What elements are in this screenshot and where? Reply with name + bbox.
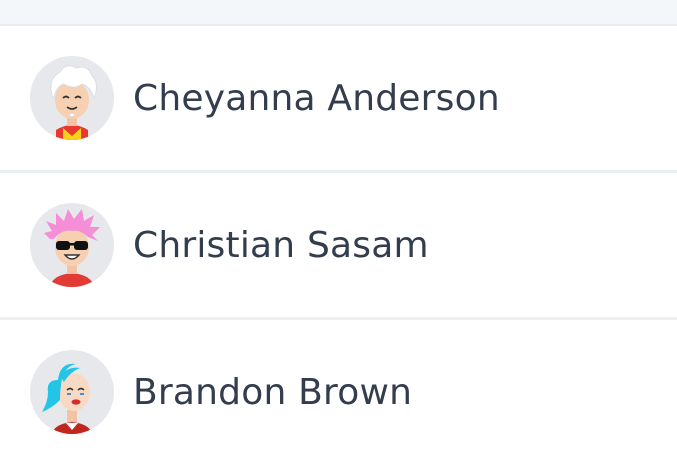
list-top-strip (0, 0, 677, 26)
white-haired-person-avatar-icon (30, 56, 114, 140)
contact-name: Cheyanna Anderson (133, 77, 500, 119)
contact-row[interactable]: Christian Sasam (0, 173, 677, 317)
contact-name: Christian Sasam (133, 224, 429, 266)
contact-name: Brandon Brown (133, 371, 413, 413)
teal-ponytail-avatar-icon (30, 350, 114, 434)
pink-haired-sunglasses-avatar-icon (30, 203, 114, 287)
contact-list: Cheyanna Anderson Christian Sasam Brando… (0, 0, 677, 464)
contact-row[interactable]: Brandon Brown (0, 320, 677, 464)
contact-row[interactable]: Cheyanna Anderson (0, 26, 677, 170)
